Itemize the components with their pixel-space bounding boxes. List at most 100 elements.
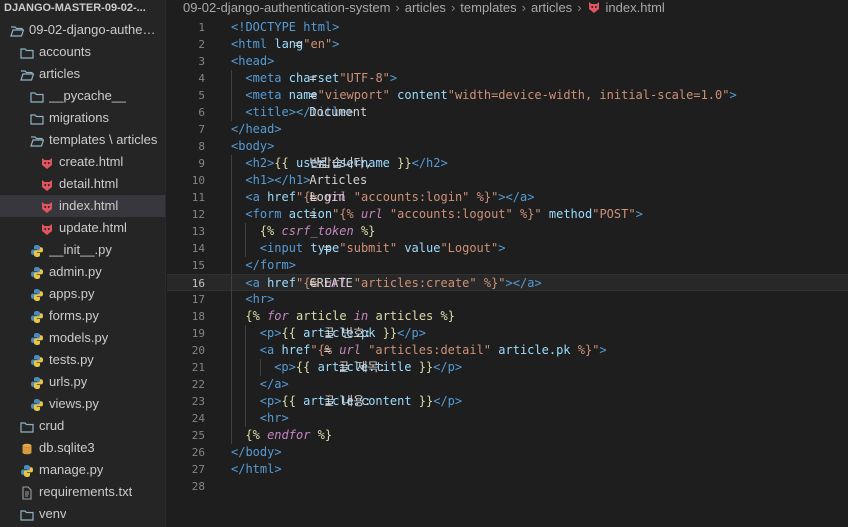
line-number: 5 [198, 89, 205, 102]
code-line[interactable]: 3 <head> [167, 53, 848, 70]
line-number: 6 [198, 106, 205, 119]
code-line[interactable]: 7 </head> [167, 121, 848, 138]
code-line[interactable]: 13 {% csrf_token %} [167, 223, 848, 240]
indent-guide [231, 240, 232, 257]
breadcrumb-item[interactable]: index.html [606, 0, 665, 15]
tree-item[interactable]: detail.html [0, 173, 165, 195]
tree-item[interactable]: 09-02-django-authen... [0, 19, 165, 41]
tree-item[interactable]: db.sqlite3 [0, 437, 165, 459]
code-token: <h1> [245, 173, 275, 187]
explorer-title[interactable]: DJANGO-MASTER-09-02-... [0, 0, 165, 18]
code-token: url [339, 343, 361, 357]
breadcrumb-item[interactable]: 09-02-django-authentication-system [183, 0, 390, 15]
code-text: </a> [260, 376, 289, 393]
code-text: <meta charset = "UTF-8"> [245, 70, 397, 87]
tree-item[interactable]: crud [0, 415, 165, 437]
tree-item[interactable]: templates \ articles [0, 129, 165, 151]
tree-item-label: index.html [59, 198, 119, 213]
code-line[interactable]: 11 <a href = "{% url "accounts:login" %}"> L… [167, 189, 848, 206]
tree-item[interactable]: views.py [0, 393, 165, 415]
indent-guide [231, 308, 232, 325]
tree-item[interactable]: venv [0, 503, 165, 525]
code-token: href [267, 190, 296, 204]
code-line[interactable]: 15 </form> [167, 257, 848, 274]
tree-item[interactable]: manage.py [0, 459, 165, 481]
code-line[interactable]: 26 </body> [167, 444, 848, 461]
tree-item[interactable]: accounts [0, 41, 165, 63]
code-line[interactable]: 6 <title> Document </title> [167, 104, 848, 121]
tree-item[interactable]: models.py [0, 327, 165, 349]
code-token: <a [259, 343, 282, 357]
code-line[interactable]: 18 {% for article in articles %} [167, 308, 848, 325]
tree-item[interactable]: requirements.txt [0, 481, 165, 503]
code-line[interactable]: 14 <input type = "submit" value = "Logout"> [167, 240, 848, 257]
code-token: endfor [267, 428, 311, 442]
indent-guide [231, 155, 232, 172]
tree-item[interactable]: update.html [0, 217, 165, 239]
tree-item[interactable]: create.html [0, 151, 165, 173]
code-line[interactable]: 24 <hr> [167, 410, 848, 427]
code-token: %}" [570, 343, 600, 357]
code-line[interactable]: 12 <form action = "{% url "accounts:logout"… [167, 206, 848, 223]
code-token: "UTF-8" [339, 71, 390, 85]
tree-item[interactable]: tests.py [0, 349, 165, 371]
indent-guide [245, 325, 247, 342]
tree-item[interactable]: __pycache__ [0, 85, 165, 107]
breadcrumb-item[interactable]: templates [460, 0, 516, 15]
explorer-sidebar: DJANGO-MASTER-09-02-... 09-02-django-aut… [0, 0, 166, 527]
database-file-icon [20, 441, 34, 455]
django-file-icon [587, 0, 601, 18]
code-line[interactable]: 4 <meta charset = "UTF-8"> [167, 70, 848, 87]
code-line[interactable]: 25 {% endfor %} [167, 427, 848, 444]
folder-icon [30, 89, 44, 103]
code-token: {{ [295, 360, 318, 374]
code-text: </html> [231, 461, 282, 478]
tree-item[interactable]: index.html [0, 195, 165, 217]
breadcrumb: 09-02-django-authentication-system › artic… [167, 0, 848, 18]
code-text: <head> [231, 53, 274, 70]
code-line[interactable]: 20 <a href = "{% url "articles:detail" arti… [167, 342, 848, 359]
code-token: {{ [281, 326, 304, 340]
code-text: <meta name = "viewport" content = "width=dev… [245, 87, 736, 104]
code-token: 글 내용: [323, 394, 379, 408]
code-line[interactable]: 1 <!DOCTYPE html> [167, 19, 848, 36]
breadcrumb-item[interactable]: articles [405, 0, 446, 15]
code-line[interactable]: 10 <h1> Articles </h1> [167, 172, 848, 189]
code-line[interactable]: 21 <p> 글 제목: {{ article.title }}</p> [167, 359, 848, 376]
code-line[interactable]: 27 </html> [167, 461, 848, 478]
code-token: <head> [231, 54, 275, 68]
code-line[interactable]: 19 <p> 글 번호: {{ article.pk }}</p> [167, 325, 848, 342]
tree-item[interactable]: __init__.py [0, 239, 165, 261]
indent-guide [245, 223, 247, 240]
tree-item-label: models.py [49, 330, 109, 345]
indent-guide [231, 70, 232, 87]
indent-guide [231, 342, 232, 359]
code-line[interactable]: 8 <body> [167, 138, 848, 155]
code-line[interactable]: 9 <h2> 반갑습니다, {{ user.username }} 님 </h2> [167, 155, 848, 172]
python-file-icon [30, 353, 44, 367]
code-line[interactable]: 16 <a href = "{% url "articles:create" %}">… [167, 274, 848, 292]
tree-item[interactable]: admin.py [0, 261, 165, 283]
code-line[interactable]: 2 <html lang = "en"> [167, 36, 848, 53]
tree-item[interactable]: apps.py [0, 283, 165, 305]
code-line[interactable]: 5 <meta name = "viewport" content = "width=de… [167, 87, 848, 104]
code-line[interactable]: 22 </a> [167, 376, 848, 393]
code-line[interactable]: 28 [167, 478, 848, 495]
chevron-right-icon: › [395, 0, 400, 15]
code-text: </form> [245, 257, 296, 274]
folder-icon [20, 507, 34, 521]
code-token: <a [245, 276, 268, 290]
code-line[interactable]: 23 <p> 글 내용: {{ article.content }}</p> [167, 393, 848, 410]
code-text: <h1> Articles </h1> [245, 172, 367, 189]
line-number: 13 [191, 225, 205, 238]
tree-item[interactable]: urls.py [0, 371, 165, 393]
tree-item[interactable]: migrations [0, 107, 165, 129]
breadcrumb-item[interactable]: articles [531, 0, 572, 15]
tree-item[interactable]: forms.py [0, 305, 165, 327]
tree-item[interactable]: articles [0, 63, 165, 85]
folder-icon [20, 419, 34, 433]
code-token: <hr> [259, 411, 289, 425]
code-token: content [397, 88, 448, 102]
code-line[interactable]: 17 <hr> [167, 291, 848, 308]
code-token: <title> [245, 105, 296, 119]
